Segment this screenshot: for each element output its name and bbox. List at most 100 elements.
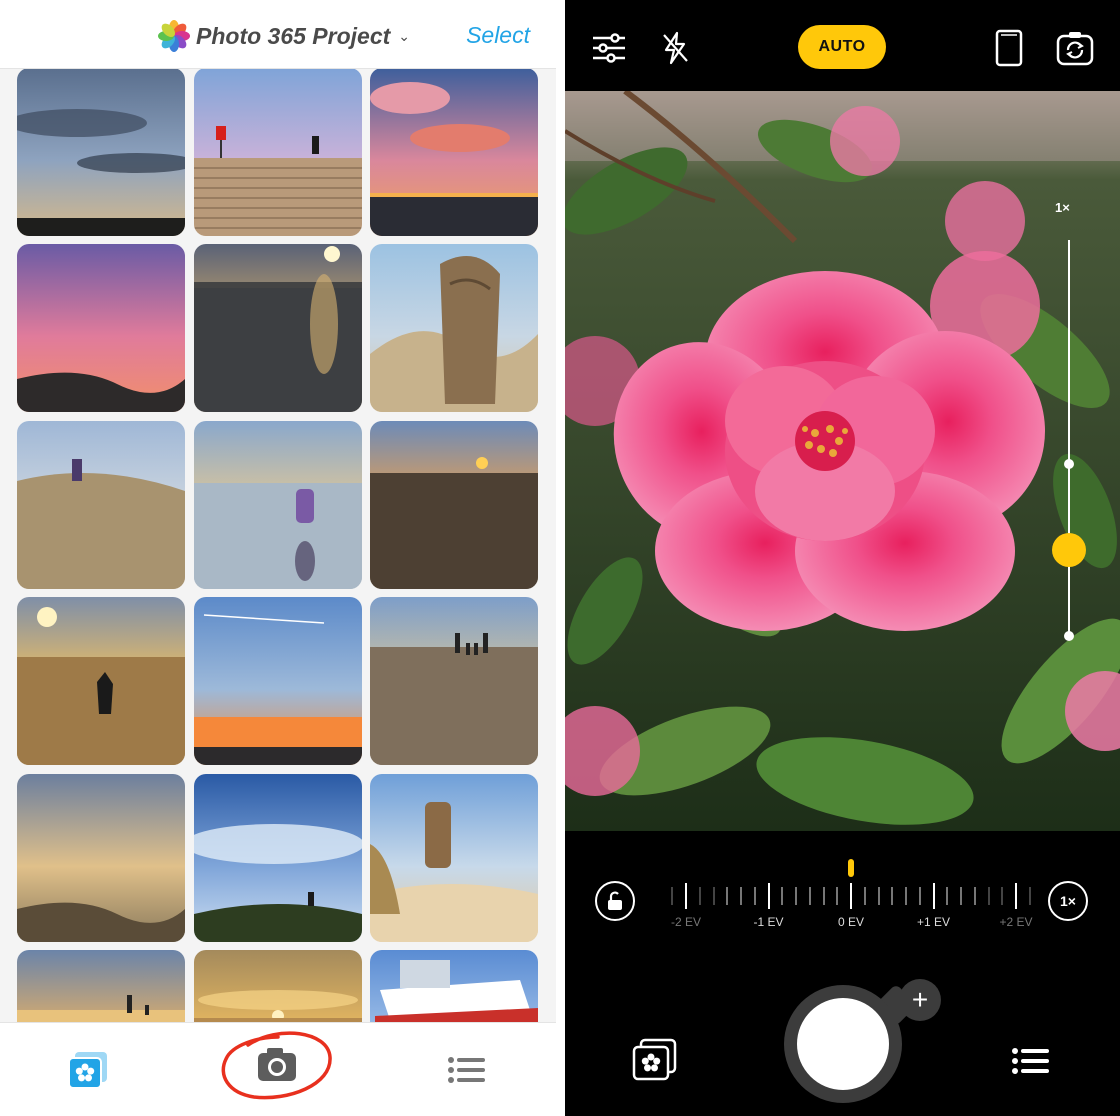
ev-minor-tick xyxy=(1001,887,1004,905)
photo-image xyxy=(194,68,362,236)
ev-minor-tick xyxy=(795,887,797,905)
photo-image xyxy=(370,68,538,236)
photo-thumbnail[interactable] xyxy=(194,597,362,765)
album-screen: Photo 365 Project ⌄ Select xyxy=(0,0,556,1116)
photo-thumbnail[interactable] xyxy=(370,244,538,412)
ev-minor-tick xyxy=(973,887,976,905)
panel-divider xyxy=(556,0,565,1116)
ev-minor-tick xyxy=(753,887,756,905)
ev-minor-tick xyxy=(836,887,839,905)
photo-image xyxy=(17,244,185,412)
ev-minor-tick xyxy=(877,887,880,905)
ev-minor-tick xyxy=(918,887,921,905)
photo-image xyxy=(370,421,538,589)
ev-minor-tick xyxy=(740,887,742,905)
ev-minor-tick xyxy=(726,887,729,905)
photo-thumbnail[interactable] xyxy=(370,68,538,236)
photo-image xyxy=(17,421,185,589)
ev-major-tick xyxy=(685,883,687,909)
photo-thumbnail[interactable] xyxy=(17,244,185,412)
ev-label: +1 EV xyxy=(916,915,951,929)
ev-label: -2 EV xyxy=(670,915,702,929)
photo-image xyxy=(194,774,362,942)
ev-minor-tick xyxy=(1028,887,1031,905)
ev-minor-tick xyxy=(905,887,907,905)
ev-minor-tick xyxy=(891,887,894,905)
photo-thumbnail[interactable] xyxy=(17,68,185,236)
camera-flip-icon xyxy=(1056,32,1094,66)
sliders-icon xyxy=(593,33,625,63)
zoom-slider-handle[interactable] xyxy=(1052,533,1086,567)
auto-mode-button[interactable]: AUTO xyxy=(798,25,886,69)
ev-label: 0 EV xyxy=(837,915,865,929)
chevron-down-icon: ⌄ xyxy=(398,27,411,44)
albums-tab[interactable] xyxy=(58,1023,118,1116)
photo-thumbnail[interactable] xyxy=(194,68,362,236)
photo-thumbnail[interactable] xyxy=(194,774,362,942)
photo-thumbnail[interactable] xyxy=(17,597,185,765)
add-button[interactable]: + xyxy=(899,979,941,1021)
photos-app-icon xyxy=(158,20,190,52)
ev-label: -1 EV xyxy=(753,915,784,929)
photo-image xyxy=(370,597,538,765)
ev-minor-tick xyxy=(808,887,811,905)
photo-thumbnail[interactable] xyxy=(370,774,538,942)
select-button[interactable]: Select xyxy=(466,22,530,49)
zoom-slider-stop xyxy=(1064,459,1074,469)
photo-image xyxy=(194,244,362,412)
albums-icon xyxy=(68,1052,107,1089)
gallery-button[interactable] xyxy=(631,1038,679,1082)
menu-button[interactable] xyxy=(1011,1046,1051,1076)
shutter-button[interactable] xyxy=(797,998,889,1090)
photo-image xyxy=(194,597,362,765)
aspect-ratio-button[interactable] xyxy=(993,26,1025,70)
flower-preview-image xyxy=(565,91,1120,831)
photo-image xyxy=(17,774,185,942)
aspect-ratio-icon xyxy=(995,29,1023,67)
photo-thumbnail[interactable] xyxy=(17,774,185,942)
bottom-tab-bar xyxy=(0,1022,556,1116)
ev-minor-tick xyxy=(960,887,962,905)
photo-image xyxy=(194,421,362,589)
album-header: Photo 365 Project ⌄ Select xyxy=(0,0,556,69)
ev-major-tick xyxy=(1015,883,1017,909)
album-title: Photo 365 Project xyxy=(196,22,391,49)
photo-thumbnail[interactable] xyxy=(194,421,362,589)
list-icon xyxy=(1012,1048,1049,1074)
flash-button[interactable] xyxy=(657,26,693,70)
ev-major-tick xyxy=(932,883,935,909)
photo-image xyxy=(17,597,185,765)
ev-minor-tick xyxy=(863,887,866,905)
ev-minor-tick xyxy=(712,887,715,905)
settings-button[interactable] xyxy=(589,26,629,70)
camera-tab[interactable] xyxy=(218,1023,336,1116)
camera-screen: AUTO 1× -2 EV -1 EV 0 EV +1 EV +2 EV 1× … xyxy=(565,0,1120,1116)
camera-viewfinder[interactable] xyxy=(565,91,1120,831)
album-title-dropdown[interactable]: Photo 365 Project ⌄ xyxy=(158,18,410,54)
photo-thumbnail[interactable] xyxy=(370,597,538,765)
ev-major-tick xyxy=(767,883,770,909)
zoom-level-label: 1× xyxy=(1055,200,1070,215)
camera-flip-button[interactable] xyxy=(1055,26,1095,70)
ev-minor-tick xyxy=(671,887,674,905)
camera-icon xyxy=(221,1031,332,1100)
ev-minor-tick xyxy=(987,887,990,905)
lens-1x-button[interactable]: 1× xyxy=(1048,881,1088,921)
zoom-slider-stop xyxy=(1064,631,1074,641)
list-tab[interactable] xyxy=(444,1023,490,1116)
ev-minor-tick xyxy=(822,887,825,905)
ev-minor-tick xyxy=(698,887,701,905)
photo-image xyxy=(17,68,185,236)
ev-minor-tick xyxy=(946,887,949,905)
zoom-slider-track[interactable] xyxy=(1068,240,1070,636)
ev-current-indicator[interactable] xyxy=(848,859,854,877)
photo-thumbnail[interactable] xyxy=(17,421,185,589)
albums-icon xyxy=(632,1038,677,1081)
photo-thumbnail[interactable] xyxy=(194,244,362,412)
list-icon xyxy=(448,1057,485,1083)
photo-thumbnail[interactable] xyxy=(370,421,538,589)
ev-major-tick xyxy=(850,883,852,909)
flash-off-icon xyxy=(663,31,688,65)
photo-image xyxy=(370,774,538,942)
exposure-slider[interactable]: -2 EV -1 EV 0 EV +1 EV +2 EV xyxy=(565,855,1120,945)
